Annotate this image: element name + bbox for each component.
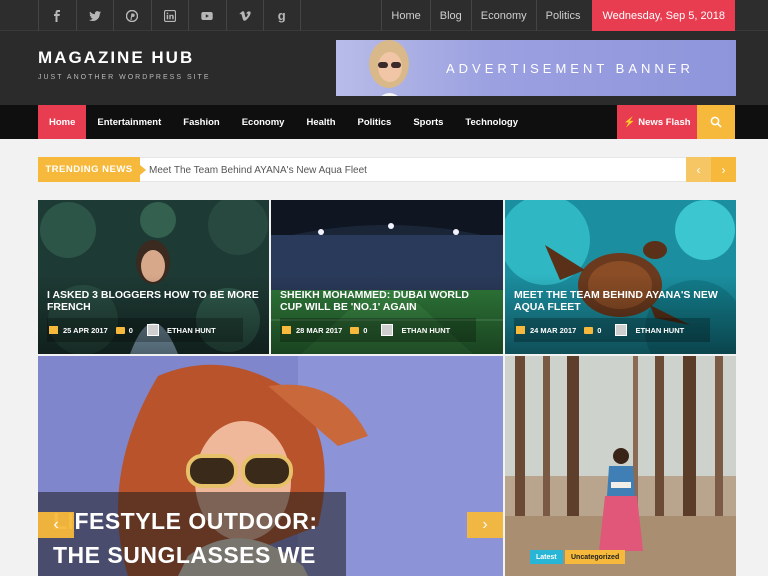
badge-latest[interactable]: Latest: [530, 550, 563, 564]
comment-count[interactable]: 0: [129, 326, 133, 335]
calendar-icon: [282, 326, 291, 334]
side-post-card[interactable]: [505, 356, 736, 576]
news-flash-label: News Flash: [638, 116, 691, 128]
ad-model-image: [369, 40, 409, 96]
site-title[interactable]: MAGAZINE HUB: [38, 48, 211, 68]
post-card[interactable]: SHEIKH MOHAMMED: DUBAI WORLD CUP WILL BE…: [271, 200, 503, 354]
post-date: 25 APR 2017: [63, 325, 108, 335]
trending-news-bar: TRENDING NEWS Meet The Team Behind AYANA…: [38, 157, 736, 182]
post-author[interactable]: ETHAN HUNT: [401, 326, 450, 335]
linkedin-icon[interactable]: [150, 0, 189, 31]
post-title[interactable]: MEET THE TEAM BEHIND AYANA'S NEW AQUA FL…: [514, 289, 726, 313]
site-brand[interactable]: MAGAZINE HUB JUST ANOTHER WORDPRESS SITE: [38, 48, 211, 81]
post-author[interactable]: ETHAN HUNT: [635, 326, 684, 335]
nav-economy[interactable]: Economy: [231, 105, 296, 139]
nav-technology[interactable]: Technology: [454, 105, 529, 139]
slider-next-button[interactable]: ›: [467, 512, 503, 538]
chevron-left-icon: ‹: [53, 516, 59, 533]
search-icon: [710, 116, 722, 128]
featured-title[interactable]: LIFESTYLE OUTDOOR: THE SUNGLASSES WE: [53, 504, 318, 572]
post-date: 28 MAR 2017: [296, 325, 343, 335]
nav-sports[interactable]: Sports: [402, 105, 454, 139]
social-links: g: [38, 0, 301, 31]
author-avatar: [381, 324, 394, 336]
youtube-icon[interactable]: [188, 0, 226, 31]
top-nav-economy[interactable]: Economy: [470, 0, 536, 31]
comments-icon: [584, 326, 594, 334]
chevron-right-icon: ›: [482, 516, 488, 533]
chevron-right-icon: ›: [721, 162, 726, 177]
calendar-icon: [49, 326, 58, 334]
search-button[interactable]: [697, 105, 735, 139]
author-avatar: [146, 324, 159, 336]
trending-next-button[interactable]: ›: [711, 157, 736, 182]
post-image-forest-reader: [505, 356, 736, 576]
pinterest-icon[interactable]: [113, 0, 151, 31]
post-title[interactable]: SHEIKH MOHAMMED: DUBAI WORLD CUP WILL BE…: [280, 289, 493, 313]
nav-politics[interactable]: Politics: [347, 105, 403, 139]
site-header: MAGAZINE HUB JUST ANOTHER WORDPRESS SITE…: [0, 31, 768, 105]
current-date: Wednesday, Sep 5, 2018: [592, 0, 735, 31]
comment-count[interactable]: 0: [363, 326, 367, 335]
facebook-icon[interactable]: [38, 0, 76, 31]
post-date: 24 MAR 2017: [530, 325, 577, 335]
post-title[interactable]: I ASKED 3 BLOGGERS HOW TO BE MORE FRENCH: [47, 289, 259, 313]
trending-headline[interactable]: Meet The Team Behind AYANA's New Aqua Fl…: [149, 158, 367, 183]
top-nav: Home Blog Economy Politics Wednesday, Se…: [381, 0, 735, 31]
nav-fashion[interactable]: Fashion: [172, 105, 230, 139]
nav-home[interactable]: Home: [38, 105, 87, 139]
top-nav-blog[interactable]: Blog: [429, 0, 471, 31]
calendar-icon: [516, 326, 525, 334]
nav-entertainment[interactable]: Entertainment: [86, 105, 172, 139]
main-nav: Home Entertainment Fashion Economy Healt…: [0, 105, 768, 139]
comment-count[interactable]: 0: [597, 326, 601, 335]
post-meta: 25 APR 2017 0 ETHAN HUNT: [47, 318, 243, 342]
post-meta: 24 MAR 2017 0 ETHAN HUNT: [514, 318, 710, 342]
post-meta: 28 MAR 2017 0 ETHAN HUNT: [280, 318, 476, 342]
post-author[interactable]: ETHAN HUNT: [167, 326, 216, 335]
comments-icon: [115, 326, 125, 334]
post-card[interactable]: MEET THE TEAM BEHIND AYANA'S NEW AQUA FL…: [505, 200, 736, 354]
nav-health[interactable]: Health: [295, 105, 346, 139]
trending-prev-button[interactable]: ‹: [686, 157, 711, 182]
badge-category[interactable]: Uncategorized: [565, 550, 626, 564]
lightning-icon: ⚡: [623, 116, 636, 128]
trending-label: TRENDING NEWS: [38, 157, 146, 182]
news-flash-button[interactable]: ⚡ News Flash: [617, 105, 697, 139]
top-nav-home[interactable]: Home: [381, 0, 429, 31]
advertisement-banner[interactable]: ADVERTISEMENT BANNER: [336, 40, 736, 96]
vimeo-icon[interactable]: [225, 0, 264, 31]
top-bar: g Home Blog Economy Politics Wednesday, …: [0, 0, 768, 31]
top-nav-politics[interactable]: Politics: [535, 0, 593, 31]
comments-icon: [350, 326, 360, 334]
post-card[interactable]: I ASKED 3 BLOGGERS HOW TO BE MORE FRENCH…: [38, 200, 269, 354]
ad-text: ADVERTISEMENT BANNER: [446, 60, 694, 76]
slider-prev-button[interactable]: ‹: [38, 512, 74, 538]
twitter-icon[interactable]: [75, 0, 114, 31]
site-tagline: JUST ANOTHER WORDPRESS SITE: [38, 74, 211, 81]
google-plus-icon[interactable]: g: [263, 0, 301, 31]
author-avatar: [615, 324, 628, 336]
featured-title-box[interactable]: LIFESTYLE OUTDOOR: THE SUNGLASSES WE: [38, 492, 346, 576]
chevron-left-icon: ‹: [696, 162, 701, 177]
